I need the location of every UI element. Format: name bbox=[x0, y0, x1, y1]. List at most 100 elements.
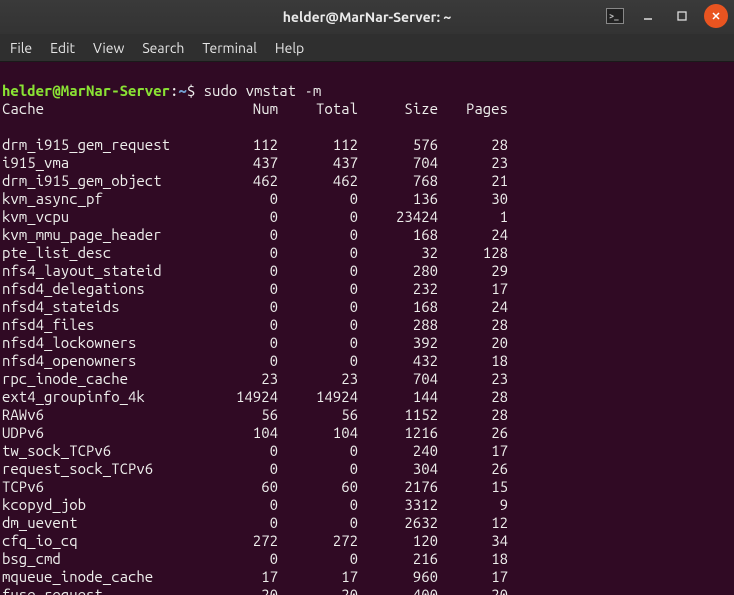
window-controls bbox=[636, 4, 728, 28]
cell-c3: 136 bbox=[362, 190, 442, 208]
prompt-user-host: helder@MarNar-Server bbox=[2, 82, 170, 99]
cell-c4: 17 bbox=[442, 568, 512, 586]
cell-c0: dm_uevent bbox=[2, 514, 212, 532]
col-header-total: Total bbox=[282, 100, 362, 118]
cell-c2: 0 bbox=[282, 550, 362, 568]
cell-c3: 400 bbox=[362, 586, 442, 595]
maximize-button[interactable] bbox=[670, 4, 694, 28]
cell-c2: 14924 bbox=[282, 388, 362, 406]
cell-c2: 0 bbox=[282, 334, 362, 352]
menu-terminal[interactable]: Terminal bbox=[202, 40, 257, 56]
cell-c2: 20 bbox=[282, 586, 362, 595]
cell-c3: 216 bbox=[362, 550, 442, 568]
cell-c3: 232 bbox=[362, 280, 442, 298]
cell-c4: 28 bbox=[442, 388, 512, 406]
cell-c2: 60 bbox=[282, 478, 362, 496]
cell-c1: 112 bbox=[212, 136, 282, 154]
cell-c4: 15 bbox=[442, 478, 512, 496]
cell-c1: 437 bbox=[212, 154, 282, 172]
cell-c2: 0 bbox=[282, 496, 362, 514]
cell-c4: 18 bbox=[442, 352, 512, 370]
cell-c4: 20 bbox=[442, 586, 512, 595]
cell-c3: 2632 bbox=[362, 514, 442, 532]
cell-c0: rpc_inode_cache bbox=[2, 370, 212, 388]
menu-file[interactable]: File bbox=[10, 40, 32, 56]
cell-c4: 30 bbox=[442, 190, 512, 208]
cell-c1: 462 bbox=[212, 172, 282, 190]
cell-c4: 17 bbox=[442, 442, 512, 460]
cell-c1: 0 bbox=[212, 514, 282, 532]
cell-c4: 28 bbox=[442, 136, 512, 154]
cell-c1: 17 bbox=[212, 568, 282, 586]
cell-c2: 437 bbox=[282, 154, 362, 172]
cell-c2: 0 bbox=[282, 352, 362, 370]
table-row: nfsd4_files0028828 bbox=[2, 316, 730, 334]
cell-c4: 28 bbox=[442, 316, 512, 334]
table-row: kvm_vcpu00234241 bbox=[2, 208, 730, 226]
menu-search[interactable]: Search bbox=[142, 40, 184, 56]
col-header-pages: Pages bbox=[442, 100, 512, 118]
cell-c0: kvm_mmu_page_header bbox=[2, 226, 212, 244]
table-row: drm_i915_gem_request11211257628 bbox=[2, 136, 730, 154]
cell-c4: 9 bbox=[442, 496, 512, 514]
cell-c2: 0 bbox=[282, 442, 362, 460]
cell-c0: kcopyd_job bbox=[2, 496, 212, 514]
table-row: UDPv6104104121626 bbox=[2, 424, 730, 442]
cell-c0: pte_list_desc bbox=[2, 244, 212, 262]
cell-c1: 23 bbox=[212, 370, 282, 388]
cell-c3: 144 bbox=[362, 388, 442, 406]
cell-c1: 0 bbox=[212, 550, 282, 568]
cell-c0: bsg_cmd bbox=[2, 550, 212, 568]
cell-c3: 1152 bbox=[362, 406, 442, 424]
menubar: File Edit View Search Terminal Help bbox=[0, 34, 734, 62]
cell-c3: 280 bbox=[362, 262, 442, 280]
cell-c3: 704 bbox=[362, 370, 442, 388]
cell-c4: 23 bbox=[442, 154, 512, 172]
cell-c3: 32 bbox=[362, 244, 442, 262]
cell-c0: mqueue_inode_cache bbox=[2, 568, 212, 586]
terminal-output[interactable]: helder@MarNar-Server:~$ sudo vmstat -m C… bbox=[0, 62, 734, 595]
cell-c2: 0 bbox=[282, 280, 362, 298]
cell-c2: 0 bbox=[282, 262, 362, 280]
table-row: dm_uevent00263212 bbox=[2, 514, 730, 532]
cell-c4: 20 bbox=[442, 334, 512, 352]
cell-c0: cfq_io_cq bbox=[2, 532, 212, 550]
table-row: TCPv66060217615 bbox=[2, 478, 730, 496]
cell-c2: 0 bbox=[282, 316, 362, 334]
menu-view[interactable]: View bbox=[93, 40, 124, 56]
minimize-button[interactable] bbox=[636, 4, 660, 28]
menu-help[interactable]: Help bbox=[275, 40, 304, 56]
table-row: fuse_request202040020 bbox=[2, 586, 730, 595]
prompt-command: sudo vmstat -m bbox=[204, 82, 322, 99]
table-row: nfsd4_lockowners0039220 bbox=[2, 334, 730, 352]
cell-c3: 240 bbox=[362, 442, 442, 460]
close-button[interactable] bbox=[704, 4, 728, 28]
cell-c0: drm_i915_gem_object bbox=[2, 172, 212, 190]
cell-c1: 0 bbox=[212, 334, 282, 352]
cell-c1: 56 bbox=[212, 406, 282, 424]
cell-c3: 768 bbox=[362, 172, 442, 190]
menu-edit[interactable]: Edit bbox=[50, 40, 75, 56]
cell-c4: 26 bbox=[442, 460, 512, 478]
cell-c3: 392 bbox=[362, 334, 442, 352]
cell-c0: nfsd4_lockowners bbox=[2, 334, 212, 352]
cell-c3: 23424 bbox=[362, 208, 442, 226]
cell-c1: 104 bbox=[212, 424, 282, 442]
table-row: kcopyd_job0033129 bbox=[2, 496, 730, 514]
cell-c2: 0 bbox=[282, 244, 362, 262]
cell-c0: nfsd4_stateids bbox=[2, 298, 212, 316]
cell-c4: 21 bbox=[442, 172, 512, 190]
table-row: tw_sock_TCPv60024017 bbox=[2, 442, 730, 460]
cell-c1: 272 bbox=[212, 532, 282, 550]
cell-c4: 128 bbox=[442, 244, 512, 262]
table-row: pte_list_desc0032128 bbox=[2, 244, 730, 262]
table-row: bsg_cmd0021618 bbox=[2, 550, 730, 568]
terminal-app-icon: >_ bbox=[606, 8, 624, 24]
cell-c0: UDPv6 bbox=[2, 424, 212, 442]
cell-c0: ext4_groupinfo_4k bbox=[2, 388, 212, 406]
prompt-path: ~ bbox=[178, 82, 186, 99]
cell-c1: 0 bbox=[212, 226, 282, 244]
cell-c2: 0 bbox=[282, 460, 362, 478]
cell-c2: 272 bbox=[282, 532, 362, 550]
col-header-cache: Cache bbox=[2, 100, 212, 118]
